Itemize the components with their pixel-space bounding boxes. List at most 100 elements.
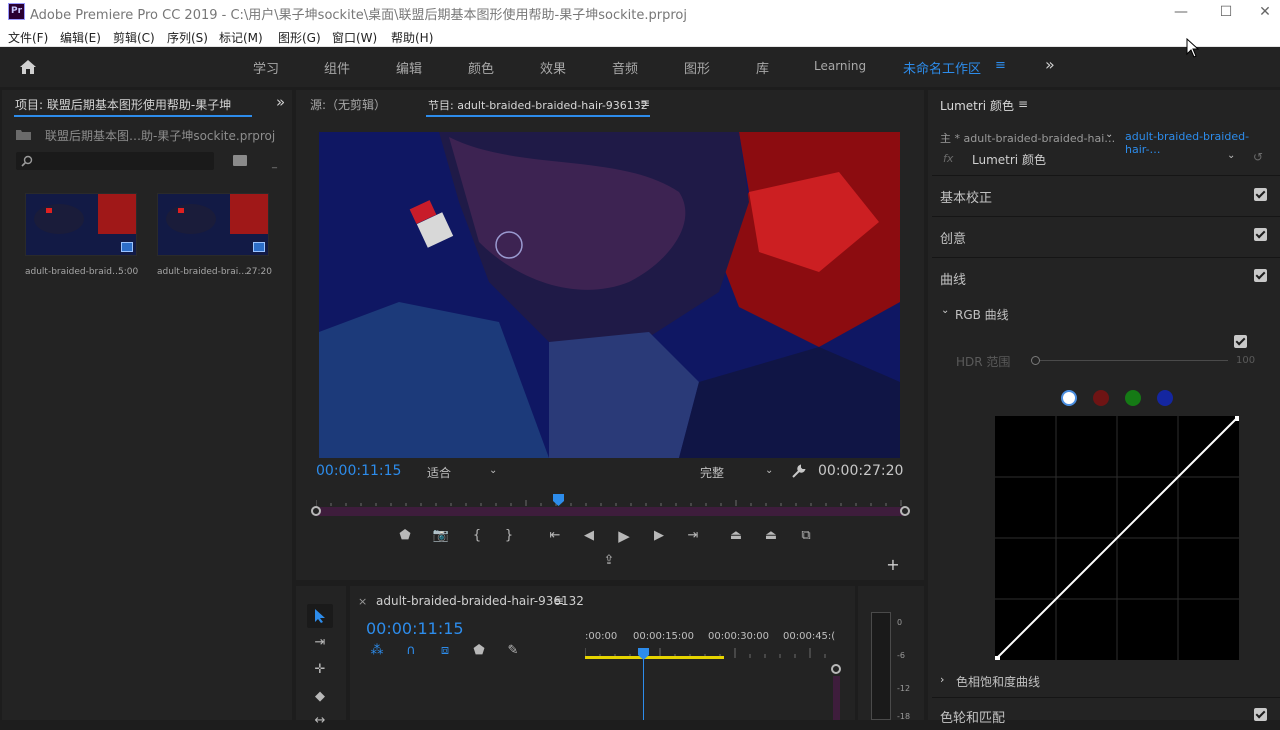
program-playhead[interactable] bbox=[552, 491, 564, 506]
timeline-vertical-scrollbar[interactable] bbox=[833, 676, 840, 720]
workspace-learn[interactable]: 学习 bbox=[253, 58, 279, 77]
rgb-curves-header[interactable]: RGB 曲线 bbox=[955, 306, 1009, 323]
lumetri-menu-icon[interactable]: ≡ bbox=[1018, 97, 1028, 111]
ripple-edit-icon[interactable]: ✛ bbox=[310, 661, 330, 679]
workspace-assembly[interactable]: 组件 bbox=[324, 58, 350, 77]
effect-name-select[interactable]: Lumetri 颜色 bbox=[972, 151, 1046, 168]
zoom-scrollbar[interactable] bbox=[316, 507, 906, 516]
hue-saturation-curves-header[interactable]: 色相饱和度曲线 bbox=[956, 673, 1040, 690]
project-options-icon[interactable]: _ bbox=[272, 158, 277, 169]
more-workspaces-icon[interactable]: » bbox=[1045, 55, 1055, 74]
program-video-frame[interactable] bbox=[319, 132, 900, 458]
work-area-bar[interactable] bbox=[585, 656, 724, 659]
nest-sequences-icon[interactable]: ⁂ bbox=[367, 642, 387, 660]
home-icon[interactable] bbox=[19, 59, 37, 75]
workspace-graphics[interactable]: 图形 bbox=[684, 58, 710, 77]
step-forward-icon[interactable]: ▶ bbox=[649, 527, 669, 545]
menu-file[interactable]: 文件(F) bbox=[8, 29, 48, 46]
hdr-range-slider[interactable] bbox=[1035, 360, 1228, 361]
sequence-thumbnail[interactable] bbox=[157, 193, 269, 256]
zoom-scroll-start-handle[interactable] bbox=[311, 506, 321, 516]
lift-icon[interactable]: ⏏ bbox=[726, 527, 746, 545]
timeline-playhead[interactable] bbox=[638, 645, 649, 660]
camera-icon[interactable]: 📷 bbox=[431, 527, 451, 545]
workspace-learning[interactable]: Learning bbox=[814, 59, 866, 73]
chevron-down-icon[interactable]: ⌄ bbox=[941, 305, 949, 316]
curves-checkbox[interactable] bbox=[1254, 269, 1267, 282]
menu-clip[interactable]: 剪辑(C) bbox=[113, 29, 155, 46]
linked-selection-icon[interactable]: ⧈ bbox=[435, 642, 455, 660]
workspace-audio[interactable]: 音频 bbox=[612, 58, 638, 77]
chevron-down-icon[interactable]: ⌄ bbox=[489, 465, 497, 476]
project-search-input[interactable] bbox=[16, 152, 214, 170]
menu-edit[interactable]: 编辑(E) bbox=[60, 29, 101, 46]
time-ruler[interactable] bbox=[315, 491, 906, 506]
step-back-icon[interactable]: ◀ bbox=[579, 527, 599, 545]
mark-out-icon[interactable]: } bbox=[499, 527, 519, 545]
mark-in-icon[interactable]: { bbox=[467, 527, 487, 545]
selection-tool[interactable] bbox=[307, 604, 333, 628]
menu-help[interactable]: 帮助(H) bbox=[391, 29, 433, 46]
play-icon[interactable]: ▶ bbox=[614, 527, 634, 545]
curve-channel-green[interactable] bbox=[1125, 390, 1141, 406]
workspace-libraries[interactable]: 库 bbox=[756, 58, 769, 77]
close-button[interactable]: ✕ bbox=[1250, 2, 1280, 22]
section-basic-correction[interactable]: 基本校正 bbox=[940, 187, 992, 206]
compare-view-icon[interactable]: ⧉ bbox=[796, 527, 816, 545]
section-creative[interactable]: 创意 bbox=[940, 228, 966, 247]
workspace-menu-icon[interactable]: ≡ bbox=[995, 58, 1006, 73]
zoom-level-select[interactable]: 适合 bbox=[427, 464, 451, 481]
menu-marker[interactable]: 标记(M) bbox=[219, 29, 263, 46]
menu-window[interactable]: 窗口(W) bbox=[332, 29, 377, 46]
program-current-time[interactable]: 00:00:11:15 bbox=[316, 463, 401, 479]
source-monitor-tab[interactable]: 源:（无剪辑） bbox=[310, 96, 386, 113]
hdr-slider-handle[interactable] bbox=[1031, 356, 1040, 365]
add-marker-icon[interactable]: ⬟ bbox=[469, 642, 489, 660]
chevron-down-icon[interactable]: ⌄ bbox=[1105, 129, 1113, 140]
playback-quality-select[interactable]: 完整 bbox=[700, 464, 724, 481]
wrench-icon[interactable] bbox=[791, 464, 806, 479]
workspace-effects[interactable]: 效果 bbox=[540, 58, 566, 77]
add-button-icon[interactable]: + bbox=[883, 556, 903, 574]
project-expand-icon[interactable]: » bbox=[276, 93, 285, 111]
razor-icon[interactable]: ◆ bbox=[310, 688, 330, 706]
curve-channel-red[interactable] bbox=[1093, 390, 1109, 406]
menu-sequence[interactable]: 序列(S) bbox=[167, 29, 208, 46]
basic-correction-checkbox[interactable] bbox=[1254, 188, 1267, 201]
section-color-wheels[interactable]: 色轮和匹配 bbox=[940, 707, 1005, 726]
extract-icon[interactable]: ⏏ bbox=[761, 527, 781, 545]
clip-thumbnail[interactable] bbox=[25, 193, 137, 256]
chevron-right-icon[interactable]: › bbox=[940, 673, 944, 686]
chevron-down-icon[interactable]: ⌄ bbox=[1227, 150, 1235, 161]
reset-icon[interactable]: ↺ bbox=[1253, 150, 1263, 164]
timeline-timecode[interactable]: 00:00:11:15 bbox=[366, 619, 464, 638]
zoom-scroll-end-handle[interactable] bbox=[900, 506, 910, 516]
workspace-color[interactable]: 颜色 bbox=[468, 58, 494, 77]
timeline-scroll-handle[interactable] bbox=[831, 664, 841, 674]
chevron-down-icon[interactable]: ⌄ bbox=[765, 465, 773, 476]
maximize-button[interactable]: ☐ bbox=[1211, 2, 1241, 22]
snap-icon[interactable]: ∩ bbox=[401, 642, 421, 660]
lumetri-title[interactable]: Lumetri 颜色 bbox=[940, 97, 1014, 114]
section-curves[interactable]: 曲线 bbox=[940, 269, 966, 288]
program-tab-menu-icon[interactable]: ≡ bbox=[640, 96, 650, 110]
minimize-button[interactable]: — bbox=[1166, 2, 1196, 22]
creative-checkbox[interactable] bbox=[1254, 228, 1267, 241]
color-wheels-checkbox[interactable] bbox=[1254, 708, 1267, 721]
track-select-icon[interactable]: ⇥ bbox=[310, 634, 330, 652]
rgb-curves-checkbox[interactable] bbox=[1234, 335, 1247, 348]
menu-graphics[interactable]: 图形(G) bbox=[278, 29, 321, 46]
project-tab[interactable]: 项目: 联盟后期基本图形使用帮助-果子坤 bbox=[15, 96, 255, 113]
timeline-settings-icon[interactable]: ✎ bbox=[503, 642, 523, 660]
new-search-bin-icon[interactable] bbox=[233, 155, 247, 166]
export-frame-icon[interactable]: ⇪ bbox=[599, 552, 619, 570]
slip-tool-icon[interactable]: ↔ bbox=[310, 712, 330, 730]
curve-channel-white[interactable] bbox=[1061, 390, 1077, 406]
timeline-menu-icon[interactable]: ≡ bbox=[554, 594, 564, 608]
close-timeline-icon[interactable]: × bbox=[358, 595, 367, 608]
workspace-custom[interactable]: 未命名工作区 bbox=[903, 58, 981, 77]
timeline-tab[interactable]: adult-braided-braided-hair-936132 bbox=[376, 594, 584, 608]
go-to-out-icon[interactable]: ⇥ bbox=[683, 527, 703, 545]
curve-channel-blue[interactable] bbox=[1157, 390, 1173, 406]
go-to-in-icon[interactable]: ⇤ bbox=[545, 527, 565, 545]
